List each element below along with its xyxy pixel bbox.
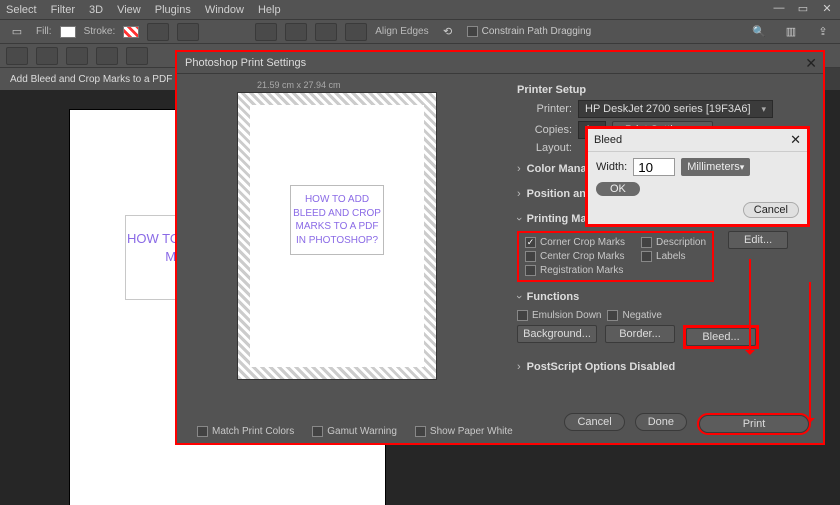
emulsion-down-label: Emulsion Down [532, 310, 601, 321]
bleed-popup-close-icon[interactable]: ✕ [790, 132, 801, 148]
show-paper-white-label: Show Paper White [430, 426, 513, 437]
bleed-ok-button[interactable]: OK [596, 182, 640, 196]
menu-filter[interactable]: Filter [51, 4, 75, 16]
home-icon[interactable] [6, 47, 28, 65]
fill-label: Fill: [36, 26, 52, 37]
gamut-warning-label: Gamut Warning [327, 426, 397, 437]
center-crop-marks-label: Center Crop Marks [540, 251, 624, 262]
negative-checkbox[interactable]: Negative [607, 310, 661, 321]
functions-label: Functions [527, 291, 580, 303]
workspace-icon[interactable]: ▥ [780, 23, 802, 41]
window-controls: — ▭ ✕ [772, 2, 834, 15]
menu-help[interactable]: Help [258, 4, 281, 16]
constrain-path-checkbox[interactable]: Constrain Path Dragging [467, 26, 592, 37]
align-edges-label: Align Edges [375, 26, 428, 37]
color-management-label: Color Manag [527, 163, 594, 175]
paper-preview: HOW TO ADD BLEED AND CROP MARKS TO A PDF… [237, 92, 437, 380]
bleed-cancel-button[interactable]: Cancel [743, 202, 799, 218]
layout-label: Layout: [517, 142, 572, 154]
stroke-style-dropdown[interactable] [177, 23, 199, 41]
dialog-close-icon[interactable]: ✕ [805, 55, 817, 72]
menu-select[interactable]: Select [6, 4, 37, 16]
arrange-icon[interactable] [36, 47, 58, 65]
postscript-label: PostScript Options Disabled [527, 361, 676, 373]
options-bar: ▭ Fill: Stroke: Align Edges ⟲ Constrain … [0, 20, 840, 44]
hand-icon[interactable] [96, 47, 118, 65]
match-print-colors-checkbox[interactable]: Match Print Colors [197, 426, 294, 437]
background-button[interactable]: Background... [517, 325, 597, 343]
corner-crop-marks-label: Corner Crop Marks [540, 237, 625, 248]
tool-icon[interactable]: ▭ [6, 23, 28, 41]
preview-content-box: HOW TO ADD BLEED AND CROP MARKS TO A PDF… [290, 185, 384, 255]
stroke-width-field[interactable] [147, 23, 169, 41]
show-paper-white-checkbox[interactable]: Show Paper White [415, 426, 513, 437]
zoom-icon[interactable] [66, 47, 88, 65]
border-button[interactable]: Border... [605, 325, 675, 343]
postscript-section[interactable]: PostScript Options Disabled [517, 357, 813, 377]
dialog-titlebar: Photoshop Print Settings [177, 52, 823, 74]
dialog-footer: Cancel Done Print [564, 413, 811, 435]
annotation-arrow-1 [749, 259, 751, 354]
description-label: Description [656, 237, 706, 248]
labels-label: Labels [656, 251, 685, 262]
copies-label: Copies: [517, 124, 572, 136]
preview-text: HOW TO ADD BLEED AND CROP MARKS TO A PDF… [291, 193, 383, 247]
print-preview-pane: 21.59 cm x 27.94 cm HOW TO ADD BLEED AND… [177, 74, 517, 443]
printer-label: Printer: [517, 103, 572, 115]
paper-dimensions: 21.59 cm x 27.94 cm [257, 80, 341, 90]
done-button[interactable]: Done [635, 413, 687, 431]
menu-plugins[interactable]: Plugins [155, 4, 191, 16]
center-crop-marks-checkbox[interactable]: Center Crop Marks [525, 251, 625, 262]
corner-crop-marks-checkbox[interactable]: Corner Crop Marks [525, 237, 625, 248]
restore-button[interactable]: ▭ [796, 2, 810, 15]
printer-setup-heading: Printer Setup [517, 84, 813, 96]
stroke-swatch[interactable] [123, 26, 139, 38]
search-icon[interactable]: 🔍 [748, 23, 770, 41]
printer-dropdown[interactable]: HP DeskJet 2700 series [19F3A6] [578, 100, 773, 118]
gear-icon[interactable] [345, 23, 367, 41]
bleed-popup-header: Bleed ✕ [588, 129, 807, 152]
gamut-warning-checkbox[interactable]: Gamut Warning [312, 426, 397, 437]
print-button[interactable]: Print [699, 415, 809, 433]
registration-marks-label: Registration Marks [540, 265, 623, 276]
minimize-button[interactable]: — [772, 2, 786, 15]
reset-icon[interactable]: ⟲ [437, 23, 459, 41]
cancel-button[interactable]: Cancel [564, 413, 624, 431]
bleed-popup-title: Bleed [594, 134, 622, 146]
menu-3d[interactable]: 3D [89, 4, 103, 16]
fill-swatch[interactable] [60, 26, 76, 38]
path-ops-icon[interactable] [255, 23, 277, 41]
app-menubar: Select Filter 3D View Plugins Window Hel… [0, 0, 840, 20]
print-dialog: Photoshop Print Settings ✕ 21.59 cm x 27… [175, 50, 825, 445]
bleed-width-label: Width: [596, 161, 627, 173]
stroke-label: Stroke: [84, 26, 116, 37]
printing-marks-group: Corner Crop Marks Description Center Cro… [517, 231, 714, 282]
bleed-unit-dropdown[interactable]: Millimeters [681, 158, 750, 176]
share-icon[interactable]: ⇪ [812, 23, 834, 41]
constrain-path-label: Constrain Path Dragging [482, 26, 592, 37]
menu-view[interactable]: View [117, 4, 141, 16]
preview-options: Match Print Colors Gamut Warning Show Pa… [197, 426, 513, 437]
path-arrange-icon[interactable] [315, 23, 337, 41]
labels-checkbox[interactable]: Labels [641, 251, 706, 262]
rotate-icon[interactable] [126, 47, 148, 65]
bleed-width-field[interactable] [633, 158, 675, 176]
path-align-icon[interactable] [285, 23, 307, 41]
bleed-popup: Bleed ✕ Width: Millimeters OK Cancel [585, 126, 810, 227]
close-button[interactable]: ✕ [820, 2, 834, 15]
bleed-button[interactable]: Bleed... [686, 328, 756, 346]
edit-marks-button[interactable]: Edit... [728, 231, 788, 249]
annotation-arrow-2 [809, 282, 811, 422]
dialog-title: Photoshop Print Settings [185, 57, 306, 69]
negative-label: Negative [622, 310, 661, 321]
match-print-colors-label: Match Print Colors [212, 426, 294, 437]
emulsion-down-checkbox[interactable]: Emulsion Down [517, 310, 601, 321]
functions-section[interactable]: Functions [517, 287, 813, 307]
menu-window[interactable]: Window [205, 4, 244, 16]
position-label: Position and [527, 188, 593, 200]
registration-marks-checkbox[interactable]: Registration Marks [525, 265, 625, 276]
description-checkbox[interactable]: Description [641, 237, 706, 248]
